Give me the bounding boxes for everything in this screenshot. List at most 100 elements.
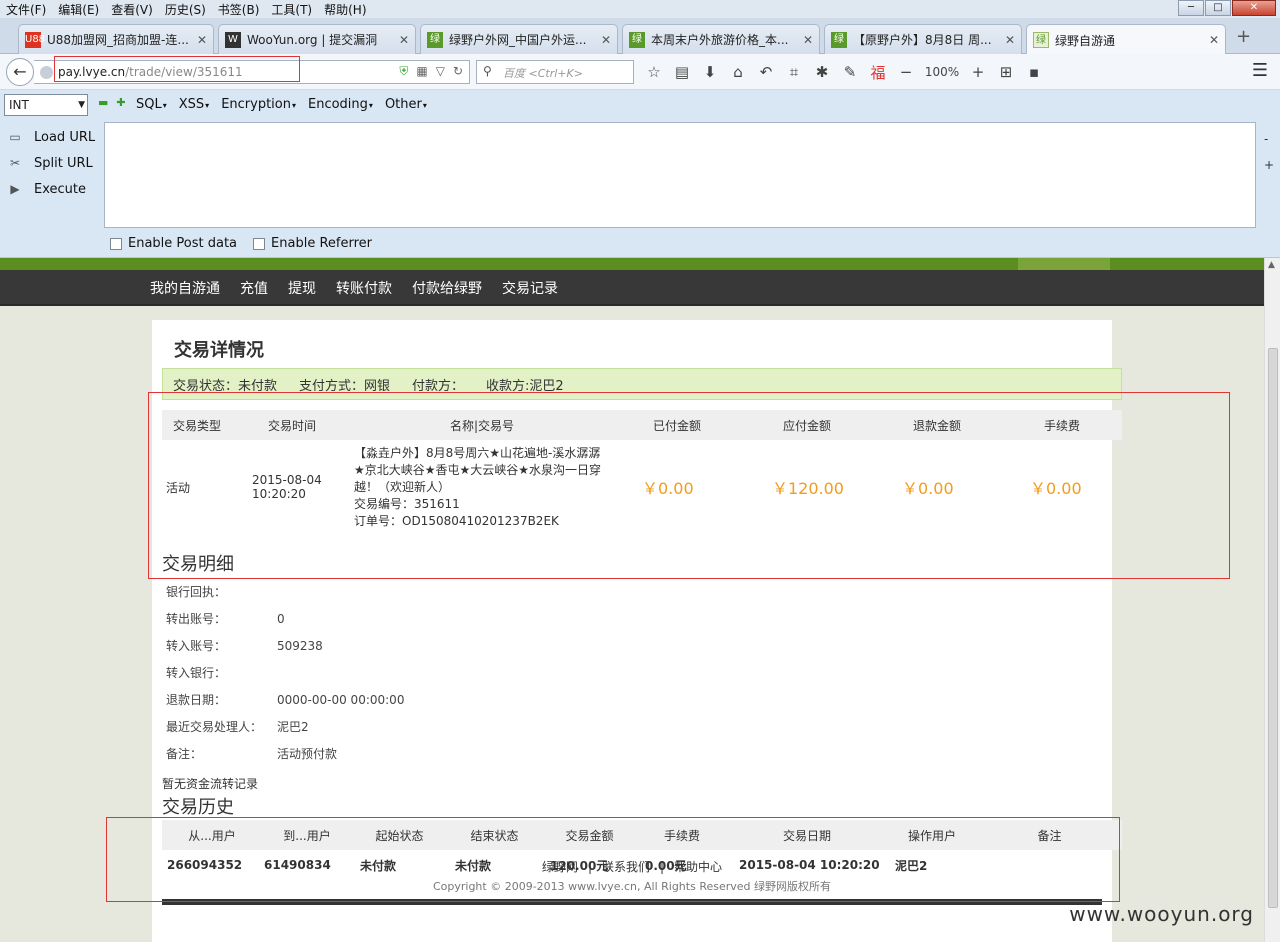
hackbar-panel: INT ▼ ▬ ✚ SQL XSS Encryption Encoding Ot… [0, 90, 1280, 258]
extension-icon[interactable]: ▪ [1020, 63, 1048, 81]
copyright: Copyright © 2009-2013 www.lvye.cn, All R… [432, 880, 832, 893]
notepad-icon[interactable]: ✎ [836, 63, 864, 81]
bookmark-star-icon[interactable]: ☆ [640, 63, 668, 81]
close-tab-icon[interactable]: ✕ [803, 33, 813, 47]
close-tab-icon[interactable]: ✕ [197, 33, 207, 47]
history-heading: 交易历史 [162, 797, 234, 818]
nav-trade-records[interactable]: 交易记录 [502, 278, 558, 298]
nav-withdraw[interactable]: 提现 [288, 278, 316, 298]
payer: 付款方： [412, 378, 465, 394]
play-icon: ▶ [10, 182, 20, 196]
menu-file[interactable]: 文件(F) [0, 1, 52, 18]
vertical-scrollbar[interactable]: ▲ [1264, 258, 1280, 942]
window-controls: ─ □ ✕ [1177, 0, 1276, 16]
collapse-icon[interactable]: - [1264, 126, 1274, 152]
hackbar-menu-encoding[interactable]: Encoding [308, 97, 373, 112]
url-bar[interactable]: pay.lvye.cn/trade/view/351611 ⛨ ▦ ▽ ↻ [34, 56, 470, 84]
scroll-thumb[interactable] [1268, 348, 1278, 908]
maximize-icon[interactable]: □ [1205, 0, 1231, 16]
undo-icon[interactable]: ↶ [752, 63, 780, 81]
globe-icon [40, 66, 53, 79]
close-tab-icon[interactable]: ✕ [399, 33, 409, 47]
search-icon: ⚲ [483, 64, 492, 78]
load-url-icon: ▭ [9, 130, 21, 144]
footer-link-help[interactable]: 帮助中心 [674, 860, 722, 874]
menu-edit[interactable]: 编辑(E) [52, 1, 105, 18]
nav-recharge[interactable]: 充值 [240, 278, 268, 298]
scroll-up-icon[interactable]: ▲ [1268, 260, 1275, 270]
qr-code-icon[interactable]: ▦ [416, 64, 427, 79]
shield-icon[interactable]: ⛨ [399, 64, 408, 79]
site-logo [1018, 258, 1110, 270]
hackbar-menu-encryption[interactable]: Encryption [221, 97, 296, 112]
reading-list-icon[interactable]: ▤ [668, 63, 696, 81]
decrease-icon[interactable]: ▬ [98, 96, 108, 109]
tab-bar: U88 U88加盟网_招商加盟-连... ✕ W WooYun.org | 提交… [0, 18, 1280, 55]
home-icon[interactable]: ⌂ [724, 63, 752, 81]
footer-link-lvye[interactable]: 绿野网 [542, 860, 578, 874]
close-tab-icon[interactable]: ✕ [1209, 33, 1219, 47]
detail-row: 退款日期： 0000-00-00 00:00:00 [166, 692, 405, 708]
tab-lvye-outdoor[interactable]: 绿 绿野户外网_中国户外运... ✕ [420, 24, 618, 54]
increase-icon[interactable]: ✚ [116, 96, 125, 109]
enable-referrer-checkbox[interactable]: Enable Referrer [253, 236, 372, 251]
menu-help[interactable]: 帮助(H) [318, 1, 372, 18]
menu-tools[interactable]: 工具(T) [265, 1, 318, 18]
tab-u88[interactable]: U88 U88加盟网_招商加盟-连... ✕ [18, 24, 214, 54]
tab-wooyun[interactable]: W WooYun.org | 提交漏洞 ✕ [218, 24, 416, 54]
menu-history[interactable]: 历史(S) [159, 1, 212, 18]
detail-row: 转入账号： 509238 [166, 638, 323, 654]
lvye-favicon-icon: 绿 [831, 31, 847, 48]
menu-view[interactable]: 查看(V) [105, 1, 159, 18]
nav-pay-lvye[interactable]: 付款给绿野 [412, 278, 482, 298]
dropdown-arrow-icon[interactable]: ▽ [436, 64, 445, 79]
hackbar-menu-other[interactable]: Other [385, 97, 427, 112]
zoom-out-icon[interactable]: − [892, 63, 920, 81]
new-tab-icon[interactable]: + [1236, 26, 1251, 47]
close-tab-icon[interactable]: ✕ [1005, 33, 1015, 47]
load-url-button[interactable]: ▭ Load URL [4, 124, 95, 150]
encoding-type-select[interactable]: INT ▼ [4, 94, 88, 116]
hackbar-menu-sql[interactable]: SQL [136, 97, 167, 112]
close-tab-icon[interactable]: ✕ [601, 33, 611, 47]
search-placeholder: 百度 <Ctrl+K> [503, 67, 583, 80]
site-nav: 我的自游通 充值 提现 转账付款 付款给绿野 交易记录 [0, 270, 1264, 306]
fu-icon[interactable]: 福 [864, 62, 892, 83]
crop-icon[interactable]: ⌗ [780, 63, 808, 81]
lvye-favicon-icon: 绿 [427, 31, 443, 48]
minimize-icon[interactable]: ─ [1178, 0, 1204, 16]
split-url-button[interactable]: ✂ Split URL [4, 150, 95, 176]
execute-button[interactable]: ▶ Execute [4, 176, 95, 202]
detail-row: 转出账号： 0 [166, 611, 285, 627]
page-viewport: 我的自游通 充值 提现 转账付款 付款给绿野 交易记录 交易详情况 交易状态：未… [0, 258, 1264, 942]
close-window-icon[interactable]: ✕ [1232, 0, 1276, 16]
addon-icon[interactable]: ⊞ [992, 63, 1020, 81]
footer-link-contact[interactable]: 联系我们 [602, 860, 650, 874]
url-highlight-box [54, 56, 300, 82]
detail-row: 银行回执： [166, 585, 227, 599]
trade-status: 交易状态：未付款 [173, 378, 278, 394]
tab-weekend-travel[interactable]: 绿 本周末户外旅游价格_本... ✕ [622, 24, 820, 54]
nav-my-ziyoutong[interactable]: 我的自游通 [150, 278, 220, 298]
menu-bookmarks[interactable]: 书签(B) [212, 1, 266, 18]
enable-post-checkbox[interactable]: Enable Post data [110, 236, 237, 251]
zoom-in-icon[interactable]: + [964, 63, 992, 81]
tab-lvye-ziyoutong[interactable]: 绿 绿野自游通 ✕ [1026, 24, 1226, 55]
scissors-icon: ✂ [9, 156, 21, 170]
nav-transfer[interactable]: 转账付款 [336, 278, 392, 298]
hackbar-menu-xss[interactable]: XSS [179, 97, 209, 112]
back-button-icon[interactable]: ← [6, 58, 34, 86]
expand-icon[interactable]: + [1264, 152, 1274, 178]
search-bar[interactable]: ⚲ 百度 <Ctrl+K> [476, 60, 634, 84]
zoom-level[interactable]: 100% [920, 65, 964, 79]
lvye-favicon-icon: 绿 [629, 31, 645, 48]
reload-icon[interactable]: ↻ [453, 64, 463, 79]
bug-icon[interactable]: ✱ [808, 63, 836, 81]
tab-yuanye-outdoor[interactable]: 绿 【原野户外】8月8日 周... ✕ [824, 24, 1022, 54]
lvye-favicon-icon: 绿 [1033, 32, 1049, 48]
chevron-down-icon: ▼ [78, 100, 85, 110]
hackbar-textarea[interactable] [104, 122, 1256, 228]
download-icon[interactable]: ⬇ [696, 63, 724, 81]
toolbar-icons: ☆ ▤ ⬇ ⌂ ↶ ⌗ ✱ ✎ 福 − 100% + ⊞ ▪ [640, 60, 1048, 84]
hamburger-menu-icon[interactable]: ☰ [1252, 60, 1268, 81]
